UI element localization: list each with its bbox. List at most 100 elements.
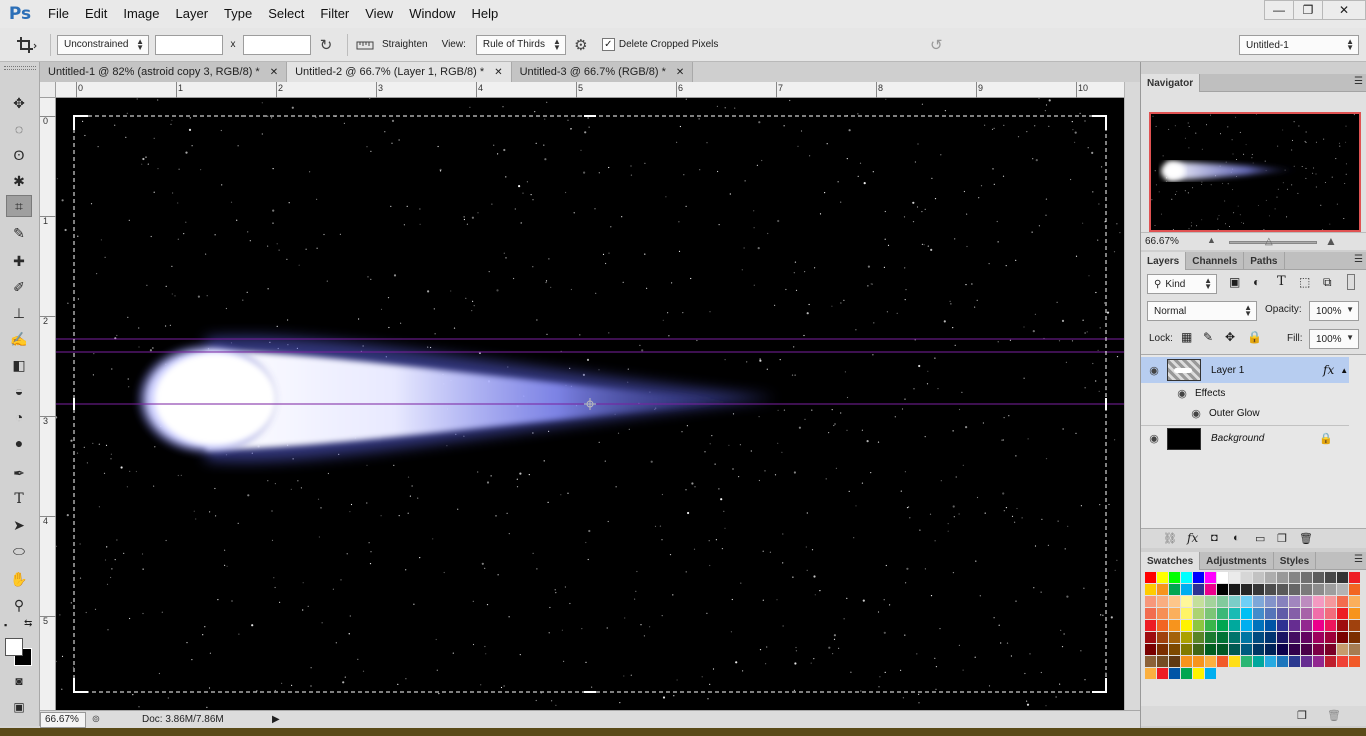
menu-type[interactable]: Type xyxy=(216,0,260,28)
color-swatch[interactable] xyxy=(1229,632,1240,643)
color-swatch[interactable] xyxy=(1325,572,1336,583)
color-swatch[interactable] xyxy=(1217,620,1228,631)
layer-name[interactable]: Layer 1 xyxy=(1211,365,1311,376)
color-swatch[interactable] xyxy=(1181,632,1192,643)
color-swatch[interactable] xyxy=(1145,620,1156,631)
color-swatch[interactable] xyxy=(1169,668,1180,679)
clone-stamp-tool-icon[interactable]: ⊥ xyxy=(6,302,32,324)
color-swatch[interactable] xyxy=(1145,572,1156,583)
color-swatch[interactable] xyxy=(1325,584,1336,595)
color-swatch[interactable] xyxy=(1205,608,1216,619)
color-swatch[interactable] xyxy=(1301,644,1312,655)
color-swatch[interactable] xyxy=(1253,596,1264,607)
layer-row-background[interactable]: ◉ Background 🔒 xyxy=(1141,425,1349,451)
visibility-eye-icon[interactable]: ◉ xyxy=(1183,407,1209,420)
collapse-arrow-icon[interactable]: ▲ xyxy=(1340,366,1348,375)
menu-select[interactable]: Select xyxy=(260,0,312,28)
color-swatch[interactable] xyxy=(1337,596,1348,607)
color-swatch[interactable] xyxy=(1349,596,1360,607)
color-swatch[interactable] xyxy=(1241,644,1252,655)
color-swatch[interactable] xyxy=(1193,656,1204,667)
color-swatch[interactable] xyxy=(1289,596,1300,607)
color-swatch[interactable] xyxy=(1253,608,1264,619)
color-swatch[interactable] xyxy=(1157,632,1168,643)
color-swatch[interactable] xyxy=(1349,644,1360,655)
add-mask-icon[interactable]: ◘ xyxy=(1211,532,1218,544)
minimize-button[interactable]: — xyxy=(1264,0,1294,20)
status-menu-arrow-icon[interactable]: ▶ xyxy=(272,714,280,725)
color-swatch[interactable] xyxy=(1205,632,1216,643)
filter-shape-icon[interactable]: ⬚ xyxy=(1299,275,1310,289)
color-swatch[interactable] xyxy=(1229,620,1240,631)
color-swatch[interactable] xyxy=(1157,572,1168,583)
color-swatch[interactable] xyxy=(1217,584,1228,595)
color-swatch[interactable] xyxy=(1181,584,1192,595)
color-swatch[interactable] xyxy=(1205,596,1216,607)
menu-window[interactable]: Window xyxy=(401,0,463,28)
color-swatch[interactable] xyxy=(1349,632,1360,643)
color-swatch[interactable] xyxy=(1157,584,1168,595)
panel-menu-icon[interactable]: ☰ xyxy=(1354,76,1363,87)
color-swatch[interactable] xyxy=(1169,596,1180,607)
zoom-out-mountain-icon[interactable]: ▲ xyxy=(1207,235,1216,245)
color-swatch[interactable] xyxy=(1253,584,1264,595)
color-swatch[interactable] xyxy=(1145,644,1156,655)
color-swatch[interactable] xyxy=(1313,644,1324,655)
tab-paths[interactable]: Paths xyxy=(1244,252,1285,270)
color-swatch[interactable] xyxy=(1289,656,1300,667)
menu-edit[interactable]: Edit xyxy=(77,0,115,28)
menu-view[interactable]: View xyxy=(357,0,401,28)
color-swatch[interactable] xyxy=(1313,572,1324,583)
color-swatch[interactable] xyxy=(1229,608,1240,619)
color-swatch[interactable] xyxy=(1169,572,1180,583)
color-swatch[interactable] xyxy=(1313,620,1324,631)
color-swatch[interactable] xyxy=(1205,668,1216,679)
history-brush-tool-icon[interactable]: ✍ xyxy=(6,328,32,350)
color-swatch[interactable] xyxy=(1205,620,1216,631)
link-layers-icon[interactable]: ⛓ xyxy=(1163,532,1177,545)
color-swatch[interactable] xyxy=(1169,608,1180,619)
color-swatch[interactable] xyxy=(1217,572,1228,583)
filter-smart-object-icon[interactable]: ⧉ xyxy=(1323,275,1332,290)
lock-position-icon[interactable]: ✥ xyxy=(1225,330,1235,344)
color-swatch[interactable] xyxy=(1325,632,1336,643)
eraser-tool-icon[interactable]: ◧ xyxy=(6,354,32,376)
crop-tool-icon[interactable]: ⌗ xyxy=(6,195,32,217)
color-swatch[interactable] xyxy=(1301,584,1312,595)
tab-channels[interactable]: Channels xyxy=(1186,252,1245,270)
color-swatch[interactable] xyxy=(1289,620,1300,631)
visibility-eye-icon[interactable]: ◉ xyxy=(1169,387,1195,400)
eyedropper-tool-icon[interactable]: ✎ xyxy=(6,222,32,244)
color-swatch[interactable] xyxy=(1301,632,1312,643)
color-swatch[interactable] xyxy=(1301,608,1312,619)
color-swatch[interactable] xyxy=(1289,632,1300,643)
menu-image[interactable]: Image xyxy=(115,0,167,28)
color-swatch[interactable] xyxy=(1301,596,1312,607)
restore-button[interactable]: ❐ xyxy=(1293,0,1323,20)
dodge-tool-icon[interactable]: ◔ xyxy=(6,406,32,428)
workspace-select[interactable]: Untitled-1 ▲ ▼ xyxy=(1239,35,1359,55)
color-swatch[interactable] xyxy=(1265,596,1276,607)
color-swatch[interactable] xyxy=(1241,572,1252,583)
lock-pixels-icon[interactable]: ✎ xyxy=(1203,330,1213,344)
fx-icon[interactable]: fx xyxy=(1323,363,1334,377)
color-swatch[interactable] xyxy=(1277,632,1288,643)
straighten-icon[interactable] xyxy=(354,37,376,53)
hand-tool-icon[interactable]: ✋ xyxy=(6,568,32,590)
color-swatch[interactable] xyxy=(1193,608,1204,619)
color-swatch[interactable] xyxy=(1229,656,1240,667)
color-swatch[interactable] xyxy=(1349,656,1360,667)
navigator-zoom-field[interactable]: 66.67% xyxy=(1145,236,1179,247)
color-swatch[interactable] xyxy=(1349,608,1360,619)
color-swatch[interactable] xyxy=(1277,620,1288,631)
color-swatch[interactable] xyxy=(1193,584,1204,595)
color-swatch[interactable] xyxy=(1217,656,1228,667)
delete-cropped-checkbox[interactable]: ✓ xyxy=(601,38,615,51)
color-swatch[interactable] xyxy=(1277,584,1288,595)
color-swatch[interactable] xyxy=(1145,608,1156,619)
color-swatch[interactable] xyxy=(1145,596,1156,607)
ellipse-tool-icon[interactable]: ⬭ xyxy=(6,540,32,562)
fill-field[interactable]: 100% ▼ xyxy=(1309,329,1359,349)
new-group-icon[interactable]: ▭ xyxy=(1255,532,1265,545)
horizontal-ruler[interactable]: 0 1 2 3 4 5 6 7 8 9 10 xyxy=(56,82,1124,98)
